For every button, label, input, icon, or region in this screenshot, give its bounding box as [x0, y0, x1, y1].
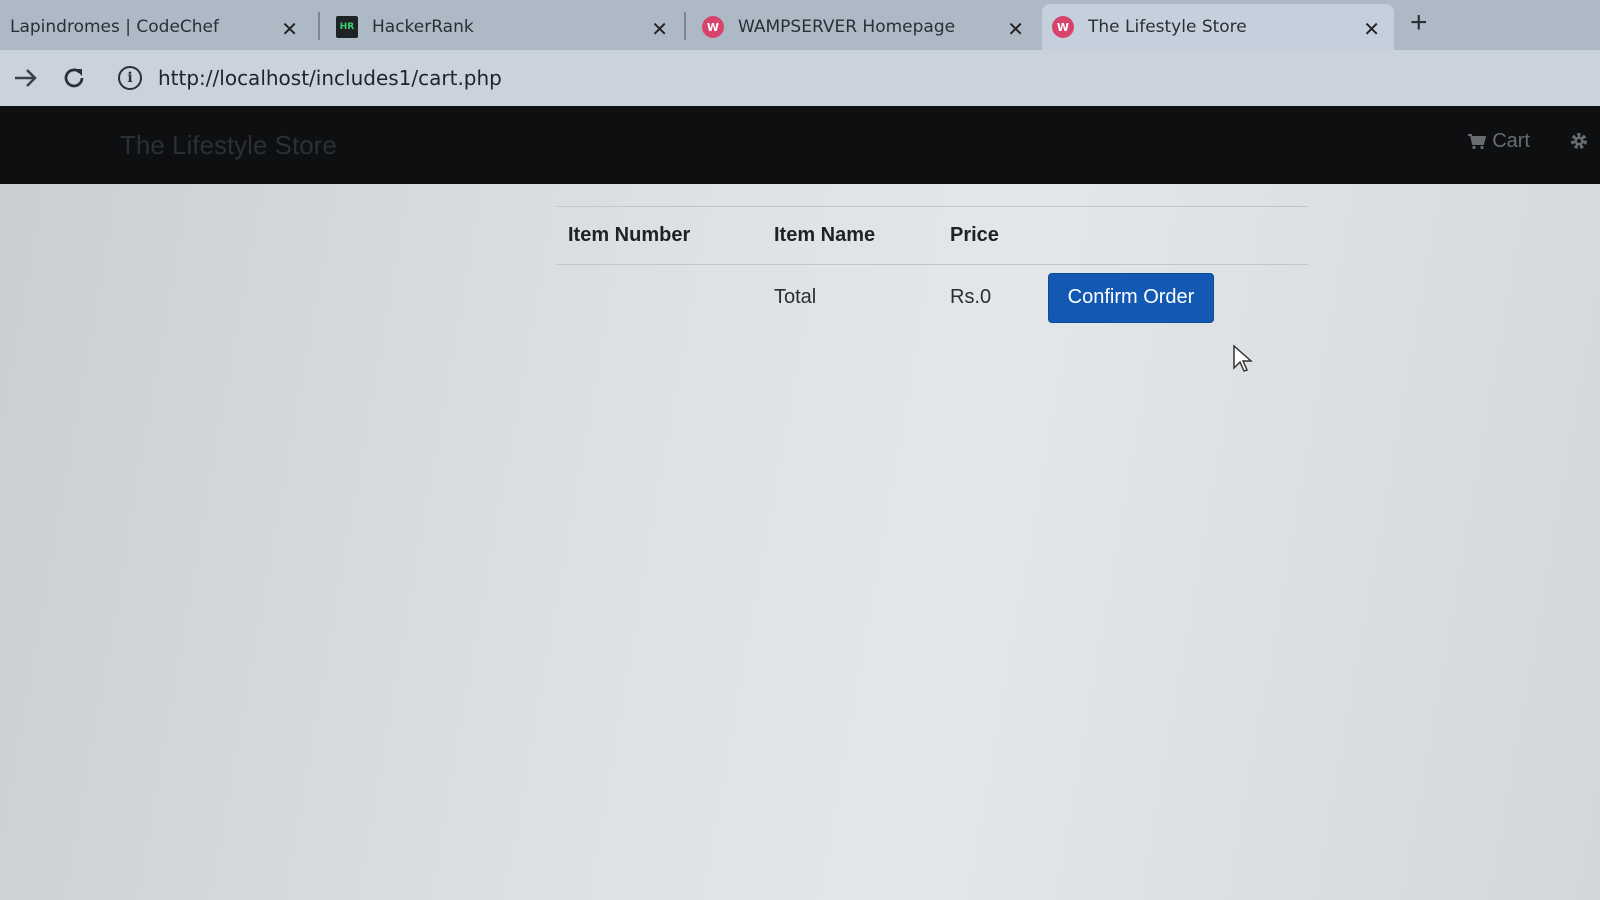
- arrow-right-icon: [15, 69, 37, 87]
- total-value: Rs.0: [950, 286, 992, 309]
- tab-title: WAMPSERVER Homepage: [738, 17, 956, 37]
- confirm-order-button[interactable]: Confirm Order: [1048, 272, 1214, 323]
- column-header-price: Price: [938, 206, 1036, 265]
- cart-table: Item Number Item Name Price Total Rs.0 C…: [556, 206, 1308, 331]
- tab-lifestyle-store[interactable]: W The Lifestyle Store ✕: [1042, 4, 1394, 50]
- column-header-item-name: Item Name: [762, 206, 938, 265]
- tab-title: Lapindromes | CodeChef: [10, 17, 220, 37]
- tab-close-icon[interactable]: ✕: [281, 17, 298, 41]
- brand-link[interactable]: The Lifestyle Store: [120, 130, 337, 161]
- tab-close-icon[interactable]: ✕: [651, 17, 668, 41]
- tab-strip: Lapindromes | CodeChef ✕ HR HackerRank ✕…: [0, 0, 1600, 50]
- column-header-item-number: Item Number: [556, 206, 762, 265]
- tab-hackerrank[interactable]: HR HackerRank ✕: [326, 4, 682, 50]
- wampserver-icon: W: [702, 16, 724, 38]
- table-header-row: Item Number Item Name Price: [556, 206, 1308, 265]
- tab-title: HackerRank: [372, 17, 474, 37]
- tab-close-icon[interactable]: ✕: [1007, 17, 1024, 41]
- tab-close-icon[interactable]: ✕: [1363, 17, 1380, 41]
- tab-separator: [318, 12, 320, 40]
- wampserver-icon: W: [1052, 16, 1074, 38]
- cart-label: Cart: [1492, 130, 1530, 152]
- column-header-action: [1036, 206, 1308, 265]
- mouse-cursor-icon: [1233, 344, 1253, 372]
- cart-link[interactable]: Cart: [1468, 130, 1530, 153]
- forward-button[interactable]: [6, 58, 46, 98]
- info-icon[interactable]: i: [118, 66, 142, 90]
- total-item-number-cell: [556, 265, 762, 331]
- new-tab-button[interactable]: +: [1410, 6, 1428, 40]
- page-content: The Lifestyle Store Cart Item Number Ite…: [0, 106, 1600, 900]
- confirm-cell: Confirm Order: [1036, 265, 1308, 331]
- tab-title: The Lifestyle Store: [1088, 17, 1247, 37]
- total-label: Total: [774, 286, 817, 309]
- hackerrank-icon: HR: [336, 16, 358, 38]
- tab-codechef[interactable]: Lapindromes | CodeChef ✕: [0, 4, 312, 50]
- cart-icon: [1468, 133, 1487, 149]
- browser-toolbar: i http://localhost/includes1/cart.php: [0, 50, 1600, 106]
- tab-separator: [684, 12, 686, 40]
- site-navbar: The Lifestyle Store Cart: [0, 106, 1600, 184]
- tab-wampserver[interactable]: W WAMPSERVER Homepage ✕: [692, 4, 1038, 50]
- reload-icon: [64, 68, 84, 88]
- reload-button[interactable]: [54, 58, 94, 98]
- address-bar[interactable]: i http://localhost/includes1/cart.php: [118, 58, 1578, 98]
- total-row: Total Rs.0 Confirm Order: [556, 265, 1308, 331]
- url-text: http://localhost/includes1/cart.php: [158, 66, 502, 90]
- gear-icon[interactable]: [1568, 130, 1590, 152]
